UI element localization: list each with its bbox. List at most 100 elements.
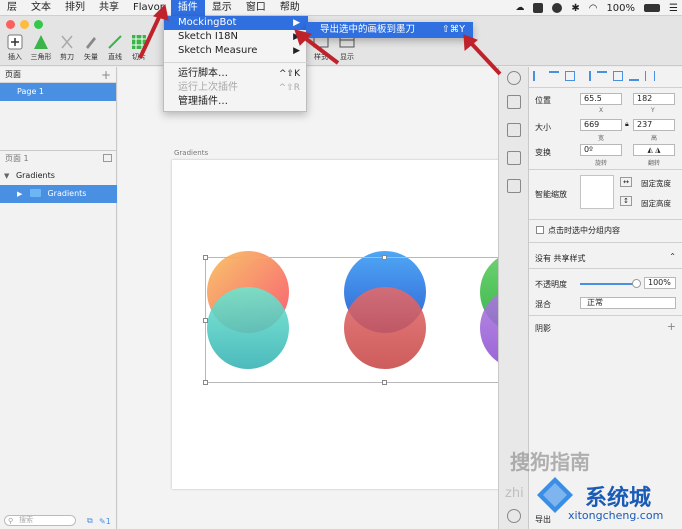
disclosure-right-icon[interactable]: ▶ [17,190,22,198]
table-tab-icon[interactable] [507,179,521,193]
menu-arrange[interactable]: 排列 [58,0,92,16]
layer-group-gradients[interactable]: ▼ Gradients [0,167,117,185]
fixed-width-icon[interactable]: ↔ [620,177,632,187]
selection-handle[interactable] [203,380,208,385]
wifi-icon[interactable]: ◠ [589,3,598,14]
align-bottom-icon[interactable] [629,71,639,81]
menu-separator [164,62,308,63]
selection-box[interactable] [205,257,498,383]
close-window-icon[interactable] [6,20,15,29]
height-input[interactable]: 237 [633,119,675,131]
menu-window[interactable]: 窗口 [239,0,273,16]
menu-item-sketch-i18n-label: Sketch I18N [178,31,239,42]
opacity-slider[interactable] [580,283,639,285]
menu-text[interactable]: 文本 [24,0,58,16]
insert-button[interactable]: 插入 [2,34,28,62]
menu-help[interactable]: 帮助 [273,0,307,16]
resizing-widget[interactable] [580,175,614,209]
rotate-input[interactable]: 0º [580,144,622,156]
layer-artboard-gradients[interactable]: ▶ Gradients [0,185,117,203]
scissors-button[interactable]: 剪刀 [54,34,80,62]
align-right-icon[interactable] [581,71,591,81]
info-icon[interactable] [507,509,521,523]
menu-share[interactable]: 共享 [92,0,126,16]
snapchat-icon[interactable]: ☁ [515,3,524,13]
flip-buttons[interactable]: ◭ ◮ [633,144,675,156]
position-x-input[interactable]: 65.5 [580,93,622,105]
app-icon[interactable] [552,3,563,13]
triangle-button[interactable]: 三角形 [28,34,54,62]
distribute-icon[interactable] [565,71,575,81]
run-script-shortcut: ^⇧K [279,69,300,79]
position-y-input[interactable]: 182 [633,93,675,105]
zoom-window-icon[interactable] [34,20,43,29]
menu-item-run-last-plugin: 运行上次插件 ^⇧R [164,81,308,95]
menu-item-run-script[interactable]: 运行脚本… ^⇧K [164,67,308,81]
slice-label: 切片 [132,53,146,61]
vector-label: 矢量 [84,53,98,61]
align-middle-icon[interactable] [613,71,623,81]
status-area: ☁ ✱ ◠ 100% ☰ [515,0,678,16]
view-button[interactable]: 显示 [334,34,360,62]
slice-button[interactable]: 切片 [126,34,152,62]
qq-icon[interactable] [533,3,544,13]
menu-layer[interactable]: 层 [0,0,24,16]
search-icon: ⚲ [8,517,14,525]
shared-style-select[interactable]: 没有 共享样式 [535,253,586,264]
selection-handle[interactable] [203,318,208,323]
list-icon[interactable]: ☰ [669,3,678,14]
text-tab-icon[interactable] [507,123,521,137]
lock-icon[interactable]: 🔒︎ [625,120,629,129]
click-through-checkbox[interactable] [536,226,544,234]
add-shadow-icon[interactable]: + [667,320,676,333]
menu-item-sketch-measure[interactable]: Sketch Measure ▶ [164,44,308,58]
grid-tab-icon[interactable] [507,151,521,165]
collapse-icon[interactable] [103,154,112,162]
edit-icon[interactable]: ⧉ [87,516,93,526]
chevron-updown-icon[interactable]: ⌃ [669,252,676,261]
menu-plugins[interactable]: 插件 [170,0,205,16]
menu-item-manage-plugins[interactable]: 管理插件… [164,95,308,109]
disclosure-down-icon[interactable]: ▼ [4,172,9,180]
align-left-icon[interactable] [533,71,543,81]
align-center-icon[interactable] [549,71,559,81]
align-top-icon[interactable] [597,71,607,81]
minimize-window-icon[interactable] [20,20,29,29]
bluetooth-icon[interactable]: ✱ [571,3,579,14]
width-input[interactable]: 669 [580,119,622,131]
export-tab-icon[interactable] [507,71,521,85]
selection-handle[interactable] [382,255,387,260]
artboard-gradients[interactable] [172,160,498,489]
page-item-page-1[interactable]: Page 1 [0,83,116,101]
vector-button[interactable]: 矢量 [78,34,104,62]
left-panel: 页面 + Page 1 页面 1 ▼ Gradients ▶ Gradients… [0,67,117,529]
menu-view[interactable]: 显示 [205,0,239,16]
window-controls [6,20,43,29]
page-tab-icon[interactable] [507,95,521,109]
transform-label: 变换 [535,148,551,157]
menu-bar: 层 文本 排列 共享 Flavor 插件 显示 窗口 帮助 ☁ ✱ ◠ 100%… [0,0,682,16]
opacity-input[interactable]: 100% [644,277,676,289]
fixed-height-icon[interactable]: ↕ [620,196,632,206]
menu-item-run-script-label: 运行脚本… [178,68,228,79]
fixed-width-label: 固定宽度 [641,179,671,188]
menu-item-sketch-i18n[interactable]: Sketch I18N ▶ [164,30,308,44]
line-button[interactable]: 直线 [102,34,128,62]
layer-search-input[interactable]: 搜索 [4,515,76,526]
menu-item-mockingbot[interactable]: MockingBot ▶ [164,16,308,30]
selection-handle[interactable] [203,255,208,260]
fixed-height-label: 固定高度 [641,199,671,208]
opacity-slider-thumb[interactable] [632,279,641,288]
plugins-menu: MockingBot ▶ Sketch I18N ▶ Sketch Measur… [163,16,308,112]
distribute-vertical-icon[interactable] [645,71,655,81]
selection-handle[interactable] [382,380,387,385]
mockingbot-submenu: 导出选中的画板到墨刀 ⇧⌘Y [306,22,473,38]
add-page-icon[interactable]: + [101,68,111,82]
canvas[interactable]: Gradients [118,67,498,529]
blending-select[interactable]: 正常 [580,297,676,309]
artboard-label[interactable]: Gradients [174,149,208,157]
menu-flavor[interactable]: Flavor [126,0,171,16]
y-label: Y [651,107,655,114]
style-button[interactable]: 样式 [308,34,334,62]
menu-item-export-to-mockingbot[interactable]: 导出选中的画板到墨刀 [306,24,415,35]
